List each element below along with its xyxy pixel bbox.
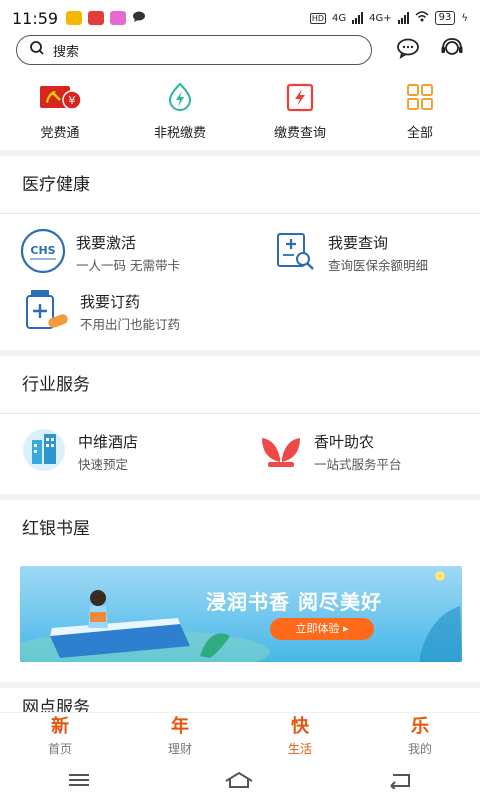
svg-text:CHS: CHS	[30, 244, 55, 257]
section-title: 医疗健康	[0, 156, 480, 214]
service-title: 香叶助农	[314, 433, 375, 451]
tab-label: 理财	[167, 742, 192, 756]
service-agriculture[interactable]: 香叶助农 一站式服务平台	[258, 428, 402, 476]
quick-menu: ¥ 党费通 非税缴费 缴费查询 全部	[0, 70, 480, 150]
network-label: 4G	[332, 12, 347, 24]
section-title: 红银书屋	[22, 519, 90, 539]
service-subtitle: 一站式服务平台	[314, 457, 402, 472]
medical-search-icon	[272, 228, 318, 278]
tab-label: 首页	[47, 742, 72, 756]
leaf-sprout-icon	[258, 428, 304, 476]
app-notification-icon	[66, 11, 83, 25]
service-title: 中维酒店	[78, 433, 139, 451]
network-label-2: 4G+	[369, 12, 392, 24]
service-title: 我要激活	[76, 234, 137, 252]
lightning-drop-icon	[163, 82, 197, 116]
menu-icon[interactable]	[67, 772, 91, 792]
quick-label: 缴费查询	[273, 126, 326, 141]
banner-slogan: 浸润书香 阅尽美好	[206, 590, 382, 614]
app-notification-icon	[110, 11, 127, 25]
signal-icon	[397, 12, 409, 24]
medicine-bottle-icon	[22, 288, 70, 336]
status-time: 11:59	[12, 8, 59, 28]
bill-lightning-icon	[283, 82, 317, 116]
quick-label: 非税缴费	[153, 126, 206, 141]
service-subtitle: 一人一码 无需带卡	[76, 258, 180, 273]
quick-item-all[interactable]: 全部	[360, 70, 480, 150]
tab-label: 我的	[407, 742, 432, 756]
system-nav-bar	[0, 762, 480, 802]
quick-item-party-fee[interactable]: ¥ 党费通	[0, 70, 120, 150]
app-notification-icon	[88, 11, 105, 25]
tab-finance[interactable]: 年 理财	[120, 713, 240, 762]
signal-icon	[352, 12, 364, 24]
quick-label: 党费通	[40, 126, 80, 141]
service-title: 我要查询	[328, 234, 389, 252]
message-icon[interactable]	[396, 37, 420, 63]
home-icon[interactable]	[224, 771, 254, 793]
service-hotel[interactable]: 中维酒店 快速预定	[20, 428, 138, 476]
tab-mine[interactable]: 乐 我的	[360, 713, 480, 762]
tab-home[interactable]: 新 首页	[0, 713, 120, 762]
service-subtitle: 快速预定	[78, 457, 129, 472]
quick-item-payment-query[interactable]: 缴费查询	[240, 70, 360, 150]
section-title: 行业服务	[0, 356, 480, 414]
hotel-building-icon	[20, 428, 68, 476]
try-now-button[interactable]: 立即体验 ▸	[270, 618, 374, 640]
search-input[interactable]: 搜索	[16, 35, 372, 65]
service-query[interactable]: 我要查询 查询医保余额明细	[272, 228, 428, 278]
quick-label: 全部	[406, 126, 433, 141]
charging-icon: ϟ	[461, 12, 468, 24]
party-emblem-icon: ¥	[38, 82, 82, 116]
tab-glyph: 年	[171, 716, 189, 737]
message-bubble-icon	[132, 9, 146, 27]
service-subtitle: 查询医保余额明细	[328, 258, 429, 273]
tab-glyph: 新	[51, 716, 69, 737]
back-icon[interactable]	[387, 771, 413, 793]
service-activate[interactable]: CHS 我要激活 一人一码 无需带卡	[20, 228, 180, 278]
tab-label: 生活	[287, 742, 312, 756]
reading-banner[interactable]: 浸润书香 阅尽美好 立即体验 ▸	[20, 566, 462, 662]
service-subtitle: 不用出门也能订药	[80, 317, 181, 332]
wifi-icon	[415, 11, 429, 25]
status-indicators: HD 4G 4G+ 93 ϟ	[309, 11, 468, 25]
grid-icon	[403, 82, 437, 116]
quick-item-nontax-payment[interactable]: 非税缴费	[120, 70, 240, 150]
svg-text:¥: ¥	[69, 94, 76, 107]
hd-icon: HD	[309, 12, 327, 24]
tab-glyph: 乐	[411, 716, 429, 737]
service-title: 我要订药	[80, 293, 141, 311]
bottom-tab-bar: 新 首页 年 理财 快 生活 乐 我的	[0, 712, 480, 762]
tab-glyph: 快	[291, 716, 309, 737]
service-order-medicine[interactable]: 我要订药 不用出门也能订药	[22, 288, 180, 336]
customer-service-icon[interactable]	[440, 37, 464, 63]
tab-life[interactable]: 快 生活	[240, 713, 360, 762]
battery-indicator: 93	[434, 11, 456, 25]
search-placeholder: 搜索	[53, 44, 80, 60]
top-search-bar: 搜索	[0, 30, 480, 70]
search-icon	[29, 40, 45, 60]
chs-badge-icon: CHS	[20, 228, 66, 278]
